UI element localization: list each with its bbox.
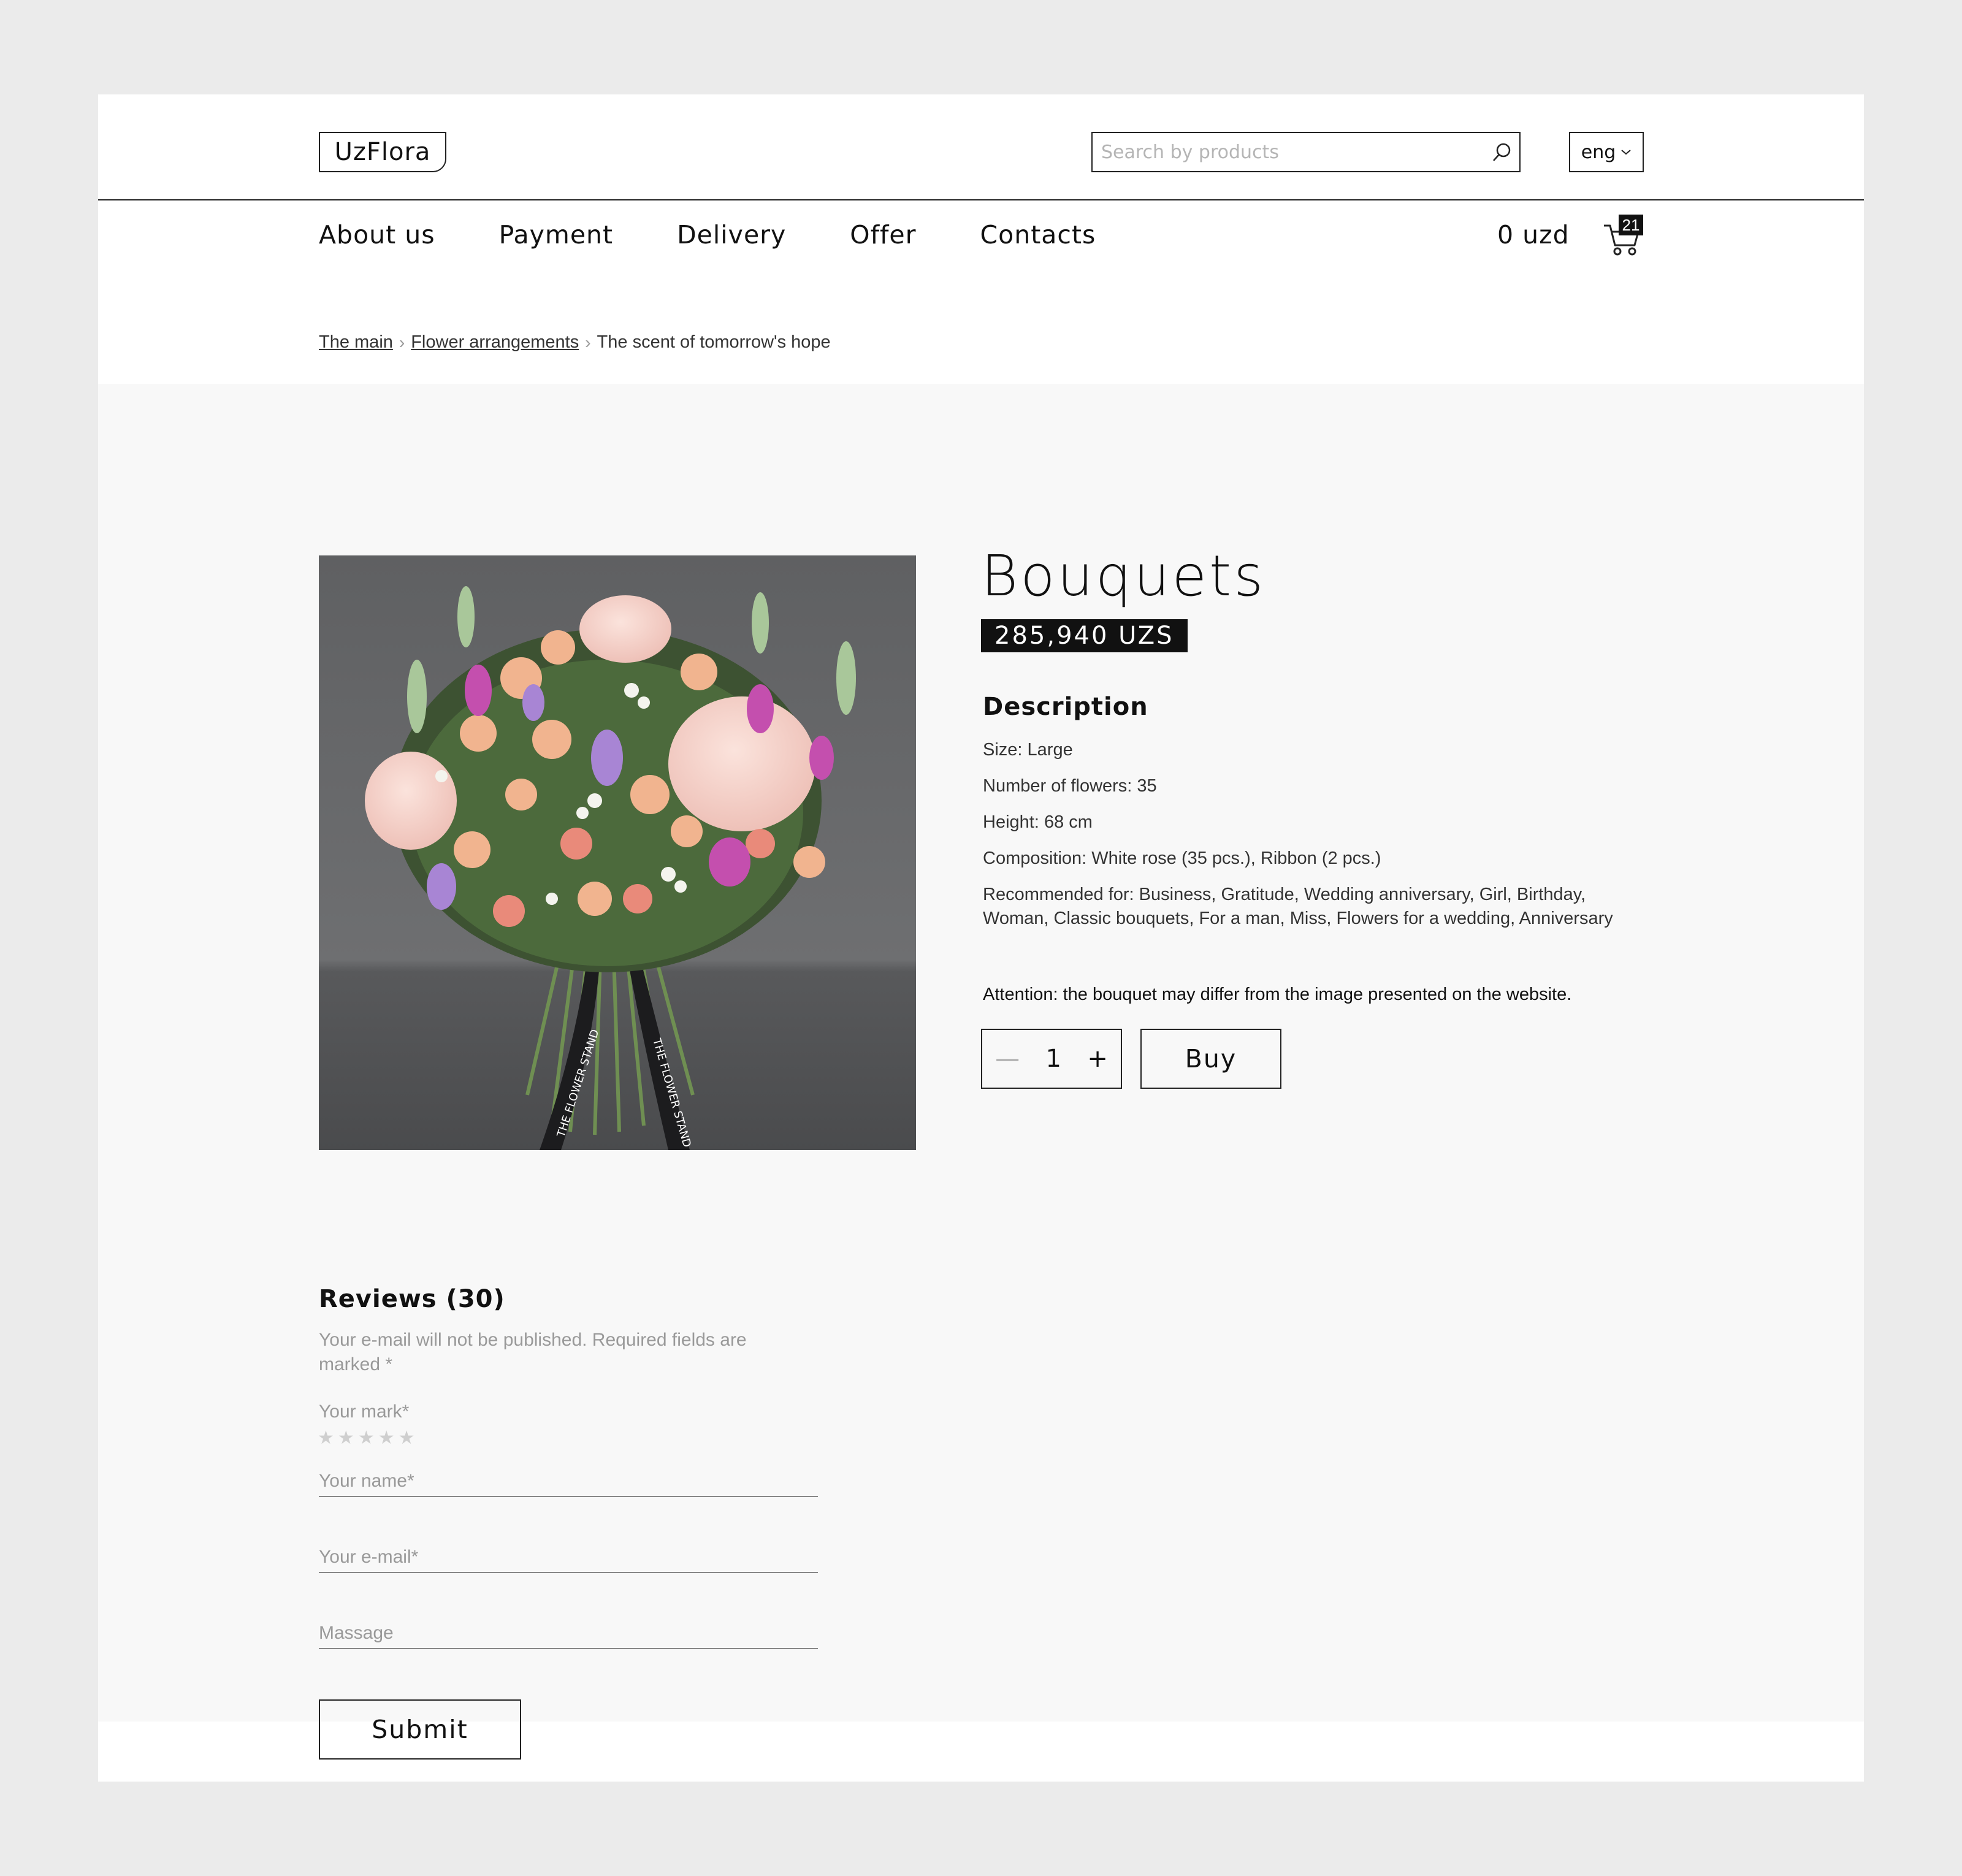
quantity-value[interactable]: 1 [1046, 1045, 1061, 1073]
nav-delivery[interactable]: Delivery [677, 220, 786, 250]
email-field[interactable] [319, 1538, 818, 1572]
nav-offer[interactable]: Offer [850, 220, 916, 250]
description-heading: Description [983, 693, 1148, 721]
star-icon[interactable]: ★ [318, 1427, 334, 1449]
name-field[interactable] [319, 1462, 818, 1496]
detail-recommended: Recommended for: Business, Gratitude, We… [983, 885, 1613, 928]
chevron-right-icon: › [399, 332, 405, 352]
email-field-wrap [319, 1538, 818, 1573]
language-select[interactable]: eng [1569, 132, 1644, 172]
star-icon[interactable]: ★ [338, 1427, 354, 1449]
mark-label: Your mark* [319, 1401, 410, 1422]
detail-count: Number of flowers: 35 [983, 776, 1157, 796]
product-image[interactable]: THE FLOWER STAND THE FLOWER STAND [319, 555, 916, 1150]
logo[interactable]: UzFlora [319, 132, 446, 172]
product-title: Bouquets [981, 543, 1266, 609]
name-field-wrap [319, 1462, 818, 1497]
star-icon[interactable]: ★ [358, 1427, 375, 1449]
buy-button[interactable]: Buy [1140, 1029, 1281, 1089]
star-icon[interactable]: ★ [378, 1427, 395, 1449]
attention-note: Attention: the bouquet may differ from t… [983, 985, 1572, 1004]
search-box[interactable] [1091, 132, 1521, 172]
plus-icon[interactable]: + [1087, 1045, 1108, 1073]
rating-stars[interactable]: ★ ★ ★ ★ ★ [318, 1427, 415, 1449]
chevron-down-icon [1621, 150, 1631, 155]
submit-button[interactable]: Submit [319, 1699, 521, 1760]
description-list: Size: Large Number of flowers: 35 Height… [983, 738, 1633, 943]
detail-height: Height: 68 cm [983, 812, 1093, 832]
product-panel: THE FLOWER STAND THE FLOWER STAND Bouque… [98, 384, 1864, 1760]
nav-contacts[interactable]: Contacts [980, 220, 1096, 250]
minus-icon[interactable]: — [995, 1045, 1020, 1073]
nav-payment[interactable]: Payment [499, 220, 614, 250]
cart-button[interactable]: 21 [1601, 215, 1644, 257]
star-icon[interactable]: ★ [399, 1427, 415, 1449]
search-input[interactable] [1093, 133, 1485, 171]
breadcrumb-current: The scent of tomorrow's hope [597, 332, 831, 352]
search-icon[interactable] [1485, 135, 1519, 169]
main-nav: About us Payment Delivery Offer Contacts [319, 220, 1159, 250]
breadcrumb: The main › Flower arrangements › The sce… [319, 332, 831, 353]
reviews-heading: Reviews (30) [319, 1285, 505, 1313]
chevron-right-icon: › [585, 332, 591, 352]
cart-total[interactable]: 0 uzd [1497, 220, 1570, 250]
breadcrumb-home[interactable]: The main [319, 332, 393, 353]
message-field[interactable] [319, 1614, 818, 1648]
price-badge: 285,940 UZS [981, 619, 1188, 652]
reviews-note: Your e-mail will not be published. Requi… [319, 1330, 747, 1375]
detail-composition: Composition: White rose (35 pcs.), Ribbo… [983, 848, 1381, 868]
language-value: eng [1581, 141, 1616, 163]
quantity-stepper[interactable]: — 1 + [981, 1029, 1122, 1089]
breadcrumb-category[interactable]: Flower arrangements [411, 332, 579, 353]
message-field-wrap [319, 1614, 818, 1649]
detail-size: Size: Large [983, 740, 1073, 760]
page-sheet: UzFlora eng About us Payment Delivery Of… [98, 94, 1864, 1782]
cart-count-badge: 21 [1619, 215, 1643, 235]
header-divider [98, 199, 1864, 200]
nav-about-us[interactable]: About us [319, 220, 435, 250]
